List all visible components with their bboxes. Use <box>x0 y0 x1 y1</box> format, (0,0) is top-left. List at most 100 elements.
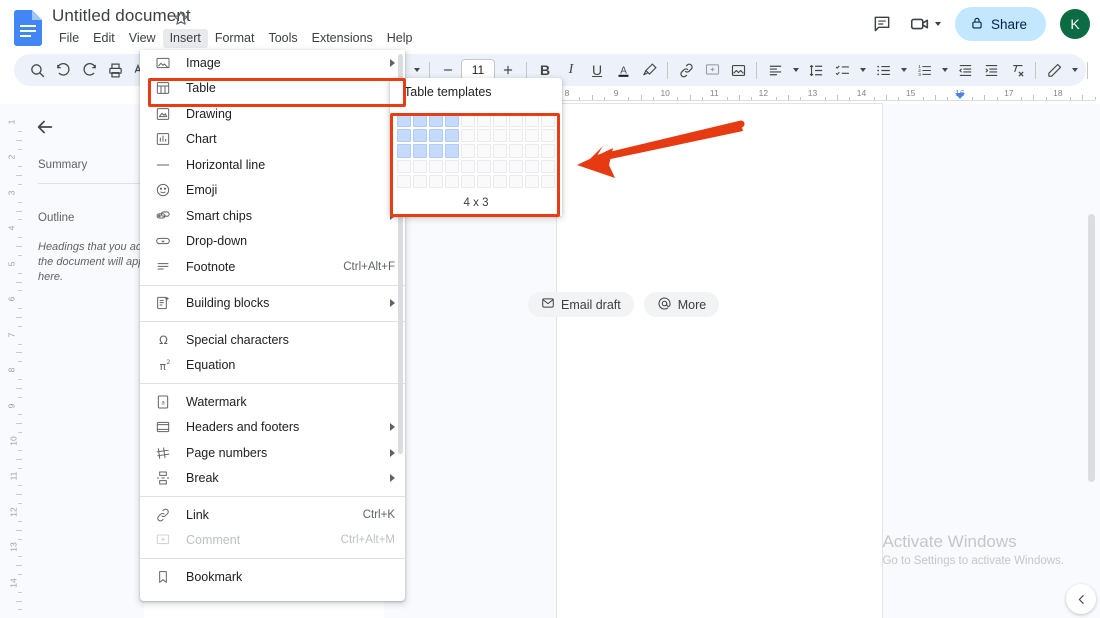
table-grid-cell[interactable] <box>477 174 491 188</box>
table-grid-cell[interactable] <box>509 144 523 158</box>
menu-item-bookmark[interactable]: Bookmark <box>140 564 405 590</box>
vertical-scrollbar[interactable] <box>1088 214 1095 482</box>
avatar[interactable]: K <box>1060 9 1090 39</box>
checklist-chevron-down-icon[interactable] <box>855 57 870 83</box>
menu-view[interactable]: View <box>122 29 163 48</box>
table-grid-cell[interactable] <box>445 114 459 128</box>
underline-icon[interactable]: U <box>584 57 610 83</box>
table-grid-cell[interactable] <box>493 129 507 143</box>
menu-item-special-characters[interactable]: Ω Special characters <box>140 327 405 353</box>
email-draft-chip[interactable]: Email draft <box>528 292 634 317</box>
numbered-list-icon[interactable]: 123 <box>911 57 937 83</box>
table-grid-cell[interactable] <box>477 129 491 143</box>
collapse-panel-button[interactable] <box>1066 584 1096 614</box>
table-grid-cell[interactable] <box>525 114 539 128</box>
table-grid-cell[interactable] <box>461 174 475 188</box>
bulleted-list-chevron-down-icon[interactable] <box>896 57 911 83</box>
menu-item-drop-down[interactable]: Drop-down <box>140 229 405 255</box>
table-grid-cell[interactable] <box>445 144 459 158</box>
link-icon[interactable] <box>673 57 699 83</box>
menu-edit[interactable]: Edit <box>86 29 122 48</box>
table-grid-cell[interactable] <box>493 144 507 158</box>
table-grid-cell[interactable] <box>413 114 427 128</box>
table-grid-cell[interactable] <box>397 144 411 158</box>
table-grid-cell[interactable] <box>525 159 539 173</box>
vertical-ruler[interactable]: 1 2 3 4 5 6 7 8 9 10 11 12 13 14 <box>6 104 24 618</box>
table-grid-cell[interactable] <box>397 114 411 128</box>
menu-item-smart-chips[interactable]: Smart chips <box>140 203 405 229</box>
search-icon[interactable] <box>24 57 50 83</box>
text-color-icon[interactable]: A <box>610 57 636 83</box>
document-page[interactable] <box>557 104 882 618</box>
share-button[interactable]: Share <box>954 7 1046 41</box>
document-title[interactable]: Untitled document <box>52 6 191 26</box>
meeting-button[interactable] <box>908 12 941 36</box>
menu-insert[interactable]: Insert <box>162 29 208 48</box>
table-grid-cell[interactable] <box>397 159 411 173</box>
edit-mode-chevron-down-icon[interactable] <box>1067 57 1082 83</box>
menu-item-image[interactable]: Image <box>140 50 405 76</box>
table-grid-cell[interactable] <box>413 174 427 188</box>
star-icon[interactable] <box>172 9 190 27</box>
menu-tools[interactable]: Tools <box>261 29 304 48</box>
table-grid-cell[interactable] <box>445 159 459 173</box>
align-chevron-down-icon[interactable] <box>788 57 803 83</box>
insert-image-icon[interactable] <box>725 57 751 83</box>
table-grid-cell[interactable] <box>509 159 523 173</box>
bulleted-list-icon[interactable] <box>870 57 896 83</box>
highlight-color-icon[interactable] <box>636 57 662 83</box>
table-grid-cell[interactable] <box>429 159 443 173</box>
add-comment-icon[interactable] <box>699 57 725 83</box>
table-grid-cell[interactable] <box>461 144 475 158</box>
table-grid-cell[interactable] <box>493 174 507 188</box>
menu-format[interactable]: Format <box>208 29 262 48</box>
table-grid-cell[interactable] <box>445 129 459 143</box>
menu-item-horizontal-line[interactable]: Horizontal line <box>140 152 405 178</box>
menu-help[interactable]: Help <box>380 29 420 48</box>
table-grid-cell[interactable] <box>413 144 427 158</box>
print-icon[interactable] <box>102 57 128 83</box>
table-grid-cell[interactable] <box>509 129 523 143</box>
menu-item-building-blocks[interactable]: Building blocks <box>140 291 405 317</box>
table-grid-cell[interactable] <box>509 174 523 188</box>
table-grid-cell[interactable] <box>525 174 539 188</box>
table-grid-cell[interactable] <box>461 114 475 128</box>
google-docs-logo[interactable] <box>14 10 42 46</box>
table-grid-cell[interactable] <box>493 159 507 173</box>
menu-item-drawing[interactable]: Drawing <box>140 101 405 127</box>
table-grid-cell[interactable] <box>541 174 555 188</box>
menu-item-table[interactable]: Table <box>140 76 405 102</box>
table-grid-cell[interactable] <box>461 159 475 173</box>
table-grid-cell[interactable] <box>477 159 491 173</box>
checklist-icon[interactable] <box>829 57 855 83</box>
table-size-picker[interactable]: 4 x 3 <box>390 108 562 216</box>
table-grid-cell[interactable] <box>413 129 427 143</box>
table-templates-item[interactable]: Table templates <box>390 78 562 105</box>
line-spacing-icon[interactable] <box>803 57 829 83</box>
table-grid-cell[interactable] <box>477 144 491 158</box>
menu-item-footnote[interactable]: Footnote Ctrl+Alt+F <box>140 254 405 280</box>
menu-item-watermark[interactable]: a Watermark <box>140 389 405 415</box>
menu-item-break[interactable]: Break <box>140 466 405 492</box>
table-grid-cell[interactable] <box>541 159 555 173</box>
collapse-toolbar-icon[interactable] <box>1093 57 1100 83</box>
increase-indent-icon[interactable] <box>978 57 1004 83</box>
menu-item-headers-and-footers[interactable]: Headers and footers <box>140 415 405 441</box>
table-grid-cell[interactable] <box>525 129 539 143</box>
menu-extensions[interactable]: Extensions <box>305 29 380 48</box>
table-grid-cell[interactable] <box>541 144 555 158</box>
table-grid-cell[interactable] <box>413 159 427 173</box>
comment-icon[interactable] <box>870 12 894 36</box>
clear-formatting-icon[interactable] <box>1004 57 1030 83</box>
indent-marker-icon[interactable] <box>954 93 965 99</box>
table-grid-cell[interactable] <box>525 144 539 158</box>
menu-item-link[interactable]: Link Ctrl+K <box>140 502 405 528</box>
table-grid-cell[interactable] <box>461 129 475 143</box>
back-arrow-icon[interactable] <box>34 116 58 140</box>
table-grid-cell[interactable] <box>445 174 459 188</box>
horizontal-ruler[interactable]: 8 9 10 11 12 13 14 15 16 17 18 <box>555 88 1096 102</box>
menu-file[interactable]: File <box>52 29 86 48</box>
table-grid-cell[interactable] <box>477 114 491 128</box>
menu-item-page-numbers[interactable]: Page numbers <box>140 440 405 466</box>
align-icon[interactable] <box>762 57 788 83</box>
